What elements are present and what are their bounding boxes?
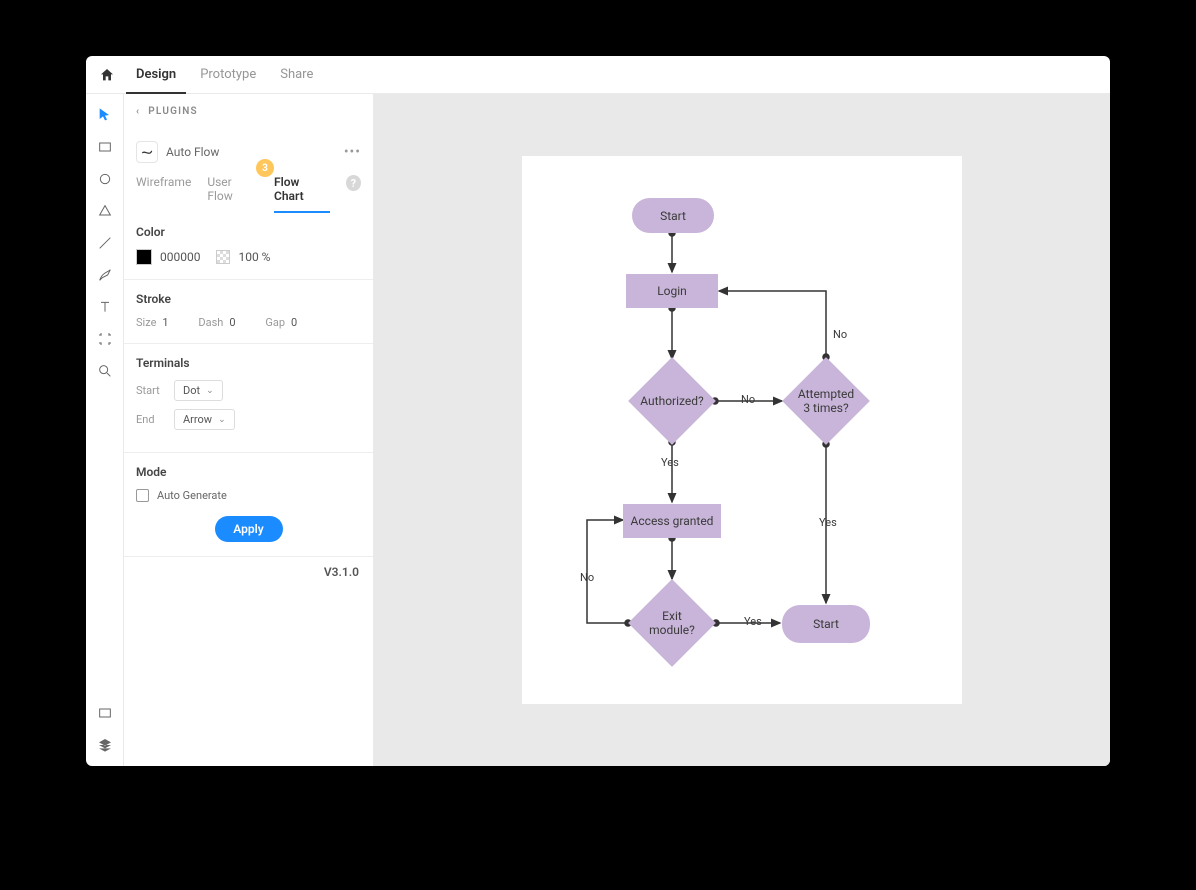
node-start[interactable]: Start — [632, 198, 714, 233]
edge-label-no: No — [833, 328, 847, 341]
node-exit-module[interactable]: Exit module? — [641, 592, 703, 654]
stroke-section: Stroke Size Dash Gap — [124, 280, 373, 344]
stroke-gap-label: Gap — [265, 316, 285, 329]
more-icon[interactable]: ••• — [344, 144, 361, 160]
edge-label-yes: Yes — [819, 516, 837, 529]
plugin-name: Auto Flow — [166, 145, 219, 159]
main: ‹ PLUGINS Auto Flow ••• Wireframe User F… — [86, 94, 1110, 766]
home-icon[interactable] — [96, 64, 118, 86]
node-authorized[interactable]: Authorized? — [641, 370, 703, 432]
node-attempted[interactable]: Attempted 3 times? — [795, 370, 857, 432]
line-tool[interactable] — [90, 228, 120, 258]
auto-generate-label: Auto Generate — [157, 489, 227, 502]
plugin-header: Auto Flow ••• — [124, 127, 373, 169]
mode-section: Mode Auto Generate Apply — [124, 453, 373, 557]
stroke-size-input[interactable] — [162, 316, 184, 329]
color-value[interactable]: 000000 — [160, 250, 200, 264]
terminals-section: Terminals Start Dot⌄ End Arrow⌄ — [124, 344, 373, 453]
text-tool[interactable] — [90, 292, 120, 322]
plugin-icon — [136, 141, 158, 163]
terminals-label: Terminals — [136, 356, 361, 370]
color-section: Color 000000 100 % — [124, 213, 373, 280]
auto-generate-checkbox[interactable] — [136, 489, 149, 502]
node-login[interactable]: Login — [626, 274, 718, 308]
toolbar — [86, 94, 124, 766]
opacity-value[interactable]: 100 % — [238, 250, 270, 264]
ellipse-tool[interactable] — [90, 164, 120, 194]
stroke-size-label: Size — [136, 316, 156, 329]
opacity-swatch[interactable] — [216, 250, 230, 264]
terminal-end-label: End — [136, 413, 164, 426]
chevron-left-icon: ‹ — [136, 106, 140, 117]
color-swatch[interactable] — [136, 249, 152, 265]
edge-label-no: No — [580, 571, 594, 584]
canvas[interactable]: Start Login Authorized? Attempted 3 time… — [374, 94, 1110, 766]
polygon-tool[interactable] — [90, 196, 120, 226]
select-tool[interactable] — [90, 100, 120, 130]
help-icon[interactable]: ? — [346, 175, 361, 191]
plugin-subtabs: Wireframe User Flow Flow Chart 3 ? — [124, 169, 373, 213]
pen-tool[interactable] — [90, 260, 120, 290]
flowchart-arrows — [522, 156, 962, 704]
apply-button[interactable]: Apply — [215, 516, 283, 542]
version-label: V3.1.0 — [124, 557, 373, 587]
edge-label-no: No — [741, 393, 755, 406]
edge-label-yes: Yes — [661, 456, 679, 469]
chevron-down-icon: ⌄ — [206, 386, 214, 396]
terminal-start-select[interactable]: Dot⌄ — [174, 380, 223, 401]
topbar: Design Prototype Share — [86, 56, 1110, 94]
notification-badge: 3 — [256, 159, 274, 177]
stroke-dash-input[interactable] — [229, 316, 251, 329]
assets-icon[interactable] — [90, 698, 120, 728]
back-button[interactable]: ‹ PLUGINS — [136, 102, 361, 127]
layers-icon[interactable] — [90, 730, 120, 760]
terminal-end-select[interactable]: Arrow⌄ — [174, 409, 235, 430]
stroke-label: Stroke — [136, 292, 361, 306]
app-frame: Design Prototype Share ‹ PLUGINS — [86, 56, 1110, 766]
terminal-start-label: Start — [136, 384, 164, 397]
subtab-wireframe[interactable]: Wireframe — [136, 175, 191, 213]
node-access-granted[interactable]: Access granted — [623, 504, 721, 538]
subtab-flowchart[interactable]: Flow Chart — [274, 175, 330, 213]
stroke-dash-label: Dash — [198, 316, 223, 329]
tab-prototype[interactable]: Prototype — [190, 56, 266, 94]
artboard-tool[interactable] — [90, 324, 120, 354]
color-label: Color — [136, 225, 361, 239]
edge-label-yes: Yes — [744, 615, 762, 628]
zoom-tool[interactable] — [90, 356, 120, 386]
tab-design[interactable]: Design — [126, 56, 186, 94]
chevron-down-icon: ⌄ — [218, 415, 226, 425]
plugin-panel: ‹ PLUGINS Auto Flow ••• Wireframe User F… — [124, 94, 374, 766]
back-label: PLUGINS — [148, 106, 197, 117]
node-end[interactable]: Start — [782, 605, 870, 643]
tab-share[interactable]: Share — [270, 56, 323, 94]
rectangle-tool[interactable] — [90, 132, 120, 162]
artboard[interactable]: Start Login Authorized? Attempted 3 time… — [522, 156, 962, 704]
mode-label: Mode — [136, 465, 361, 479]
subtab-userflow[interactable]: User Flow — [207, 175, 258, 213]
stroke-gap-input[interactable] — [291, 316, 313, 329]
